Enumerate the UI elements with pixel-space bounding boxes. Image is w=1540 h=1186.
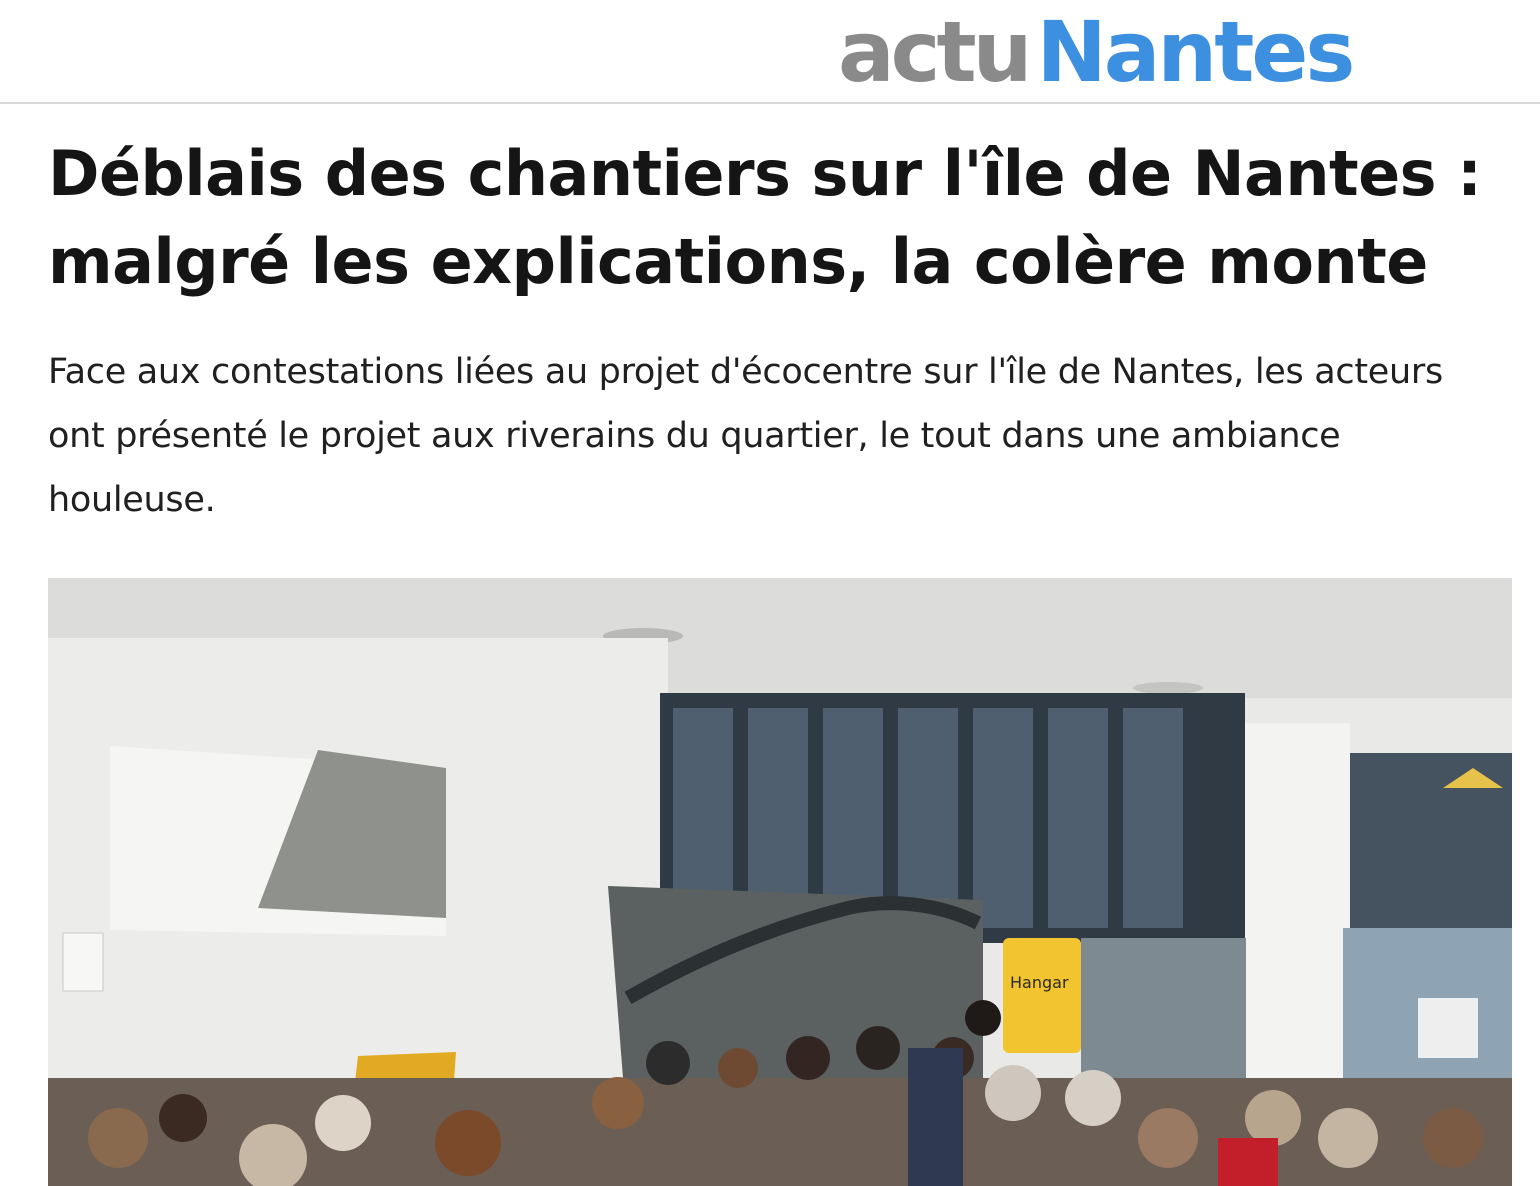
article-title: Déblais des chantiers sur l'île de Nante…: [48, 137, 1482, 298]
site-logo[interactable]: actu Nantes: [838, 0, 1355, 104]
article-photo: Hangar: [48, 578, 1512, 1186]
logo-city: Nantes: [1036, 3, 1355, 101]
site-header: actu Nantes: [0, 0, 1540, 104]
article-lede: Face aux contestations liées au projet d…: [48, 352, 1443, 520]
hangar-sign-text: Hangar: [1010, 973, 1069, 992]
meeting-photo-illustration: Hangar: [48, 578, 1512, 1186]
hangar-sign: [1003, 938, 1081, 1053]
logo-actu: actu: [838, 3, 1032, 101]
